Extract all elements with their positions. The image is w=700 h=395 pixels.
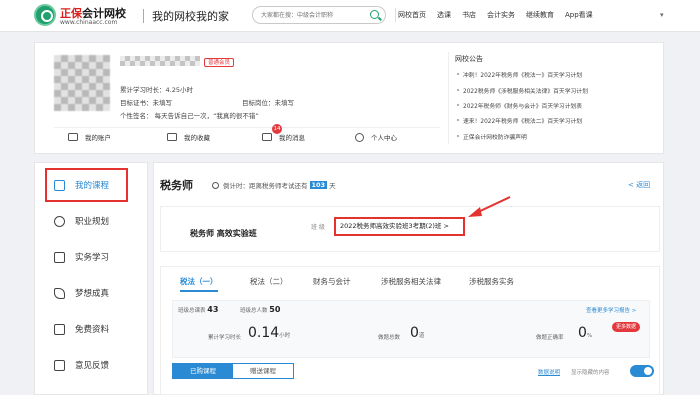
sidebar-item-dream[interactable]: 梦想成真	[34, 276, 148, 310]
brand-logo[interactable]: 正保会计网校 www.chinaacc.com	[34, 4, 144, 28]
logo-icon	[34, 4, 56, 26]
class-lessons: 班级总课表 43	[178, 305, 219, 314]
class-label: 班 级	[311, 224, 325, 231]
nav-course-select[interactable]: 选课	[437, 10, 451, 24]
profile-divider	[448, 52, 449, 144]
more-reports-link[interactable]: 查看更多学习报告 >	[586, 306, 636, 314]
monitor-icon	[54, 251, 65, 263]
more-data-tag[interactable]: 更多数据	[612, 322, 640, 332]
username-blurred	[120, 56, 200, 66]
countdown-days: 103	[309, 181, 328, 189]
notice-item[interactable]: 冲刺！2022年税务师《税法一》百天学习计划	[456, 70, 582, 79]
member-badge: 普通会员	[204, 58, 235, 67]
nav-continuing-education[interactable]: 继续教育	[526, 10, 554, 24]
tab-tax-law-2[interactable]: 税法（二）	[250, 276, 288, 287]
exam-countdown: 倒计时：距离税务师考试还有 103 天	[212, 180, 336, 190]
tab-gifted-courses[interactable]: 赠送课程	[233, 364, 293, 378]
sidebar-item-feedback[interactable]: 意见反馈	[34, 348, 148, 382]
notice-title: 网校公告	[455, 55, 483, 63]
sidebar-item-career[interactable]: 职业规划	[34, 204, 148, 238]
search-box	[252, 6, 386, 24]
sidebar-item-free-materials[interactable]: 免费资料	[34, 312, 148, 346]
user-icon	[355, 132, 364, 142]
show-hidden-toggle[interactable]	[630, 365, 654, 377]
target-cert: 目标证书：未填写	[120, 99, 172, 107]
compass-icon	[54, 215, 65, 227]
site-title: 我的网校我的家	[152, 10, 229, 23]
class-selector[interactable]: 2022税务师高效实验班3考期(2)班 >	[334, 217, 465, 236]
tab-tax-practice[interactable]: 涉税服务实务	[469, 276, 514, 287]
avatar[interactable]	[54, 55, 110, 111]
accuracy-stat: 0%	[578, 325, 593, 341]
nav-accounting-practice[interactable]: 会计实务	[487, 10, 515, 24]
nav-bookstore[interactable]: 书店	[462, 10, 476, 24]
class-students: 班级总人数 50	[240, 305, 281, 314]
highlight-box	[45, 168, 128, 202]
notice-item[interactable]: 正保会计网校防诈骗声明	[457, 132, 527, 141]
mail-icon	[262, 133, 272, 141]
brand-url: www.chinaacc.com	[60, 19, 118, 26]
notice-item[interactable]: 速来！2022年税务师《税法二》百天学习计划	[456, 116, 582, 125]
message-count-badge: 14	[272, 124, 282, 134]
active-tab-indicator	[180, 290, 218, 292]
nav-divider	[395, 8, 396, 22]
back-link[interactable]: < 返回	[628, 180, 650, 190]
star-icon	[167, 133, 177, 141]
target-job: 目标岗位：未填写	[242, 99, 294, 107]
header-divider	[143, 9, 144, 23]
study-time-label: 累计学习时长	[208, 335, 242, 341]
questions-label: 做题总数	[378, 335, 401, 341]
search-input[interactable]	[261, 9, 361, 21]
nav-home[interactable]: 网校首页	[398, 10, 426, 24]
top-nav: 网校首页 选课 书店 会计实务 继续教育 App看课	[398, 10, 604, 24]
search-icon[interactable]	[370, 10, 379, 19]
nav-app[interactable]: App看课	[565, 10, 593, 24]
folder-icon	[54, 323, 65, 335]
show-hidden-label: 显示隐藏的内容	[571, 370, 610, 376]
feedback-icon	[54, 359, 65, 371]
shortcut-profile[interactable]: 个人中心	[355, 131, 397, 143]
chevron-down-icon[interactable]: ▾	[660, 11, 664, 19]
shortcut-messages[interactable]: 我的消息	[262, 131, 305, 143]
notice-item[interactable]: 2022税务师《涉税服务相关法律》百天学习计划	[457, 86, 588, 95]
shortcut-favorites[interactable]: 我的收藏	[167, 131, 210, 143]
accuracy-label: 做题正确率	[536, 335, 564, 341]
shortcut-account[interactable]: 我的账户	[68, 131, 111, 143]
signature: 个性签名： 每天告诉自己一次，“我真的很不错”	[120, 112, 259, 120]
data-note-link[interactable]: 数据说明	[538, 368, 560, 376]
rocket-icon	[54, 287, 65, 299]
notice-item[interactable]: 2022年税务师《财务与会计》百天学习计划表	[456, 101, 582, 110]
tab-tax-related-law[interactable]: 涉税服务相关法律	[381, 276, 441, 287]
study-time-stat: 0.14小时	[248, 325, 291, 341]
tab-tax-law-1[interactable]: 税法（一）	[180, 276, 218, 287]
class-name: 税务师 高效实验班	[190, 229, 257, 238]
study-time: 累计学习时长：4.25小时	[120, 86, 193, 94]
questions-stat: 0道	[410, 325, 425, 341]
tab-purchased-courses[interactable]: 已购课程	[173, 364, 233, 378]
annotation-arrow-icon	[468, 196, 511, 217]
page-title: 税务师	[160, 179, 193, 192]
sidebar-item-practice[interactable]: 实务学习	[34, 240, 148, 274]
course-type-tabs: 已购课程 赠送课程	[172, 363, 294, 379]
profile-hsep	[54, 127, 440, 128]
clock-icon	[212, 181, 219, 189]
wallet-icon	[68, 133, 78, 141]
tab-finance-accounting[interactable]: 财务与会计	[313, 276, 351, 287]
